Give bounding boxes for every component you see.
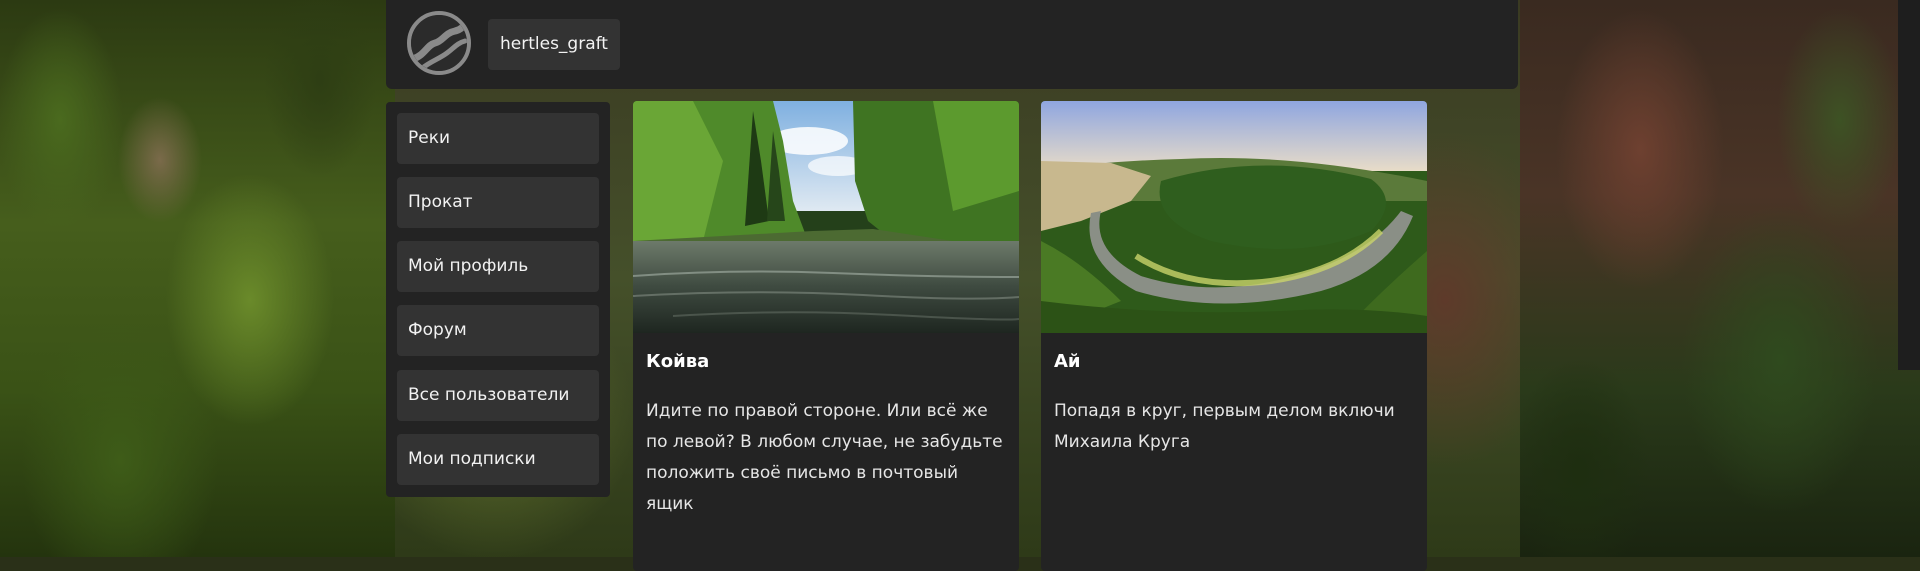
river-logo-icon — [411, 15, 467, 71]
sidebar-item-rivers[interactable]: Реки — [397, 113, 599, 164]
user-avatar[interactable] — [407, 11, 471, 75]
sidebar-item-my-subscriptions[interactable]: Мои подписки — [397, 434, 599, 485]
page-scrollbar[interactable] — [1898, 0, 1920, 370]
background-cliff-right — [1520, 0, 1920, 557]
card-image-river-bend[interactable] — [1041, 101, 1427, 333]
top-header: hertles_graft — [386, 0, 1518, 89]
card-description: Попадя в круг, первым делом включи Михаи… — [1054, 401, 1395, 452]
sidebar-item-forum[interactable]: Форум — [397, 305, 599, 356]
card-title: Койва — [646, 351, 710, 372]
river-card-ai[interactable]: Ай Попадя в круг, первым делом включи Ми… — [1041, 101, 1427, 571]
sidebar-menu: Реки Прокат Мой профиль Форум Все пользо… — [386, 102, 610, 497]
background-forest-left — [0, 0, 395, 557]
river-card-koyva[interactable]: Койва Идите по правой стороне. Или всё ж… — [633, 101, 1019, 571]
username-badge[interactable]: hertles_graft — [488, 19, 620, 70]
card-image-river-forest[interactable] — [633, 101, 1019, 333]
sidebar-item-my-profile[interactable]: Мой профиль — [397, 241, 599, 292]
sidebar-item-all-users[interactable]: Все пользователи — [397, 370, 599, 421]
card-title: Ай — [1054, 351, 1081, 372]
sidebar-item-rental[interactable]: Прокат — [397, 177, 599, 228]
card-description: Идите по правой стороне. Или всё же по л… — [646, 401, 1003, 514]
